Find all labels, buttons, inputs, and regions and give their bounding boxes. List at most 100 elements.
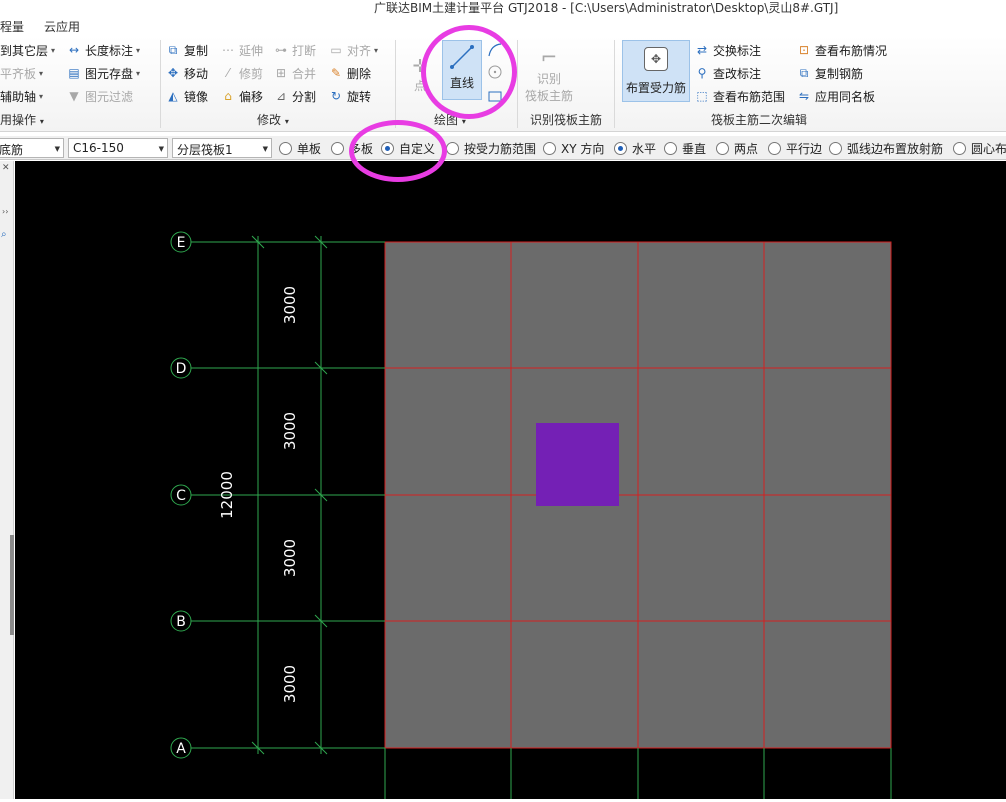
radio-arc-edge-radial[interactable]: 弧线边布置放射筋 [829, 140, 943, 156]
radio-single-slab[interactable]: 单板 [279, 140, 321, 156]
axis-label-b: B [176, 614, 186, 630]
ribbon: 到其它层 ▾ 平齐板 ▾ 辅助轴 ▾ 用操作 ▾ ↔ 长度标注 ▾ ▤ 图元存盘 ▾ ▼ … [0, 36, 1006, 132]
axis-label-e: E [177, 235, 186, 251]
break-button[interactable]: ⊶ 打断 [273, 40, 316, 60]
left-panel-collapsed: ✕ ›› ⌕ [0, 161, 14, 799]
axis-label-c: C [176, 488, 186, 504]
view-rebar-range-button[interactable]: ⬚ 查看布筋范围 [694, 86, 785, 106]
merge-button[interactable]: ⊞ 合并 [273, 63, 316, 83]
radio-center-circle[interactable]: 圆心布 [953, 140, 1006, 156]
offset-icon: ⌂ [224, 89, 232, 103]
menu-quantity[interactable]: 程量 [0, 18, 24, 35]
chevron-down-icon: ▼ [54, 145, 60, 153]
radio-parallel-edge[interactable]: 平行边 [768, 140, 822, 156]
eraser-icon: ✎ [330, 66, 342, 80]
dim-total: 12000 [218, 471, 236, 519]
aux-axis-button[interactable]: 辅助轴 ▾ [0, 86, 43, 106]
extend-icon: ⋯ [222, 43, 234, 57]
change-label-button[interactable]: ⚲ 查改标注 [694, 63, 761, 83]
place-rebar-icon: ✥ [644, 47, 668, 71]
search-icon[interactable]: ⌕ [1, 229, 7, 240]
view-layout-icon: ⊡ [798, 43, 810, 57]
radio-multi-slab[interactable]: 多板 [331, 140, 373, 156]
radio-horizontal[interactable]: 水平 [614, 140, 656, 156]
dim-segment-3: 3000 [281, 539, 299, 577]
align-button[interactable]: ▭ 对齐 ▾ [328, 40, 378, 60]
rebar-spec-select[interactable]: C16-150 ▼ [68, 138, 168, 158]
menu-bar: 程量 云应用 [0, 16, 1006, 36]
rotate-icon: ↻ [330, 89, 342, 103]
axis-label-d: D [176, 361, 187, 377]
apply-same-name-button[interactable]: ⇋ 应用同名板 [796, 86, 875, 106]
identify-rebar-icon: ⌐ [540, 45, 558, 69]
merge-icon: ⊞ [275, 66, 287, 80]
ribbon-separator [517, 40, 518, 128]
radio-vertical[interactable]: 垂直 [664, 140, 706, 156]
copy-rebar-icon: ⧉ [799, 65, 809, 80]
modify-group-label[interactable]: 修改 ▾ [257, 111, 289, 128]
raft-edit-group-label: 筏板主筋二次编辑 [711, 113, 808, 127]
ribbon-separator [160, 40, 161, 128]
element-save-icon: ▤ [68, 66, 80, 80]
filter-icon: ▼ [69, 89, 79, 103]
length-dim-button[interactable]: ↔ 长度标注 ▾ [66, 40, 140, 60]
general-ops-group-label[interactable]: 用操作 ▾ [0, 111, 44, 128]
chevron-down-icon: ▼ [158, 145, 164, 153]
delete-button[interactable]: ✎ 删除 [328, 63, 371, 83]
view-range-icon: ⬚ [696, 89, 708, 103]
copy-to-other-layer-button[interactable]: 到其它层 ▾ [0, 40, 55, 60]
title-bar: 广联达BIM土建计量平台 GTJ2018 - [C:\Users\Adminis… [0, 0, 1006, 16]
point-icon: ✛ [412, 56, 428, 77]
line-icon [449, 44, 475, 70]
line-button[interactable]: 直线 [442, 40, 482, 100]
copy-icon: ⧉ [168, 42, 178, 57]
swap-label-icon: ⇄ [696, 43, 708, 57]
change-label-icon: ⚲ [697, 66, 707, 80]
split-icon: ⊿ [275, 89, 287, 103]
panel-scroll-strip[interactable] [10, 535, 14, 635]
close-icon[interactable]: ✕ [2, 163, 10, 173]
trim-button[interactable]: ⁄ 修剪 [220, 63, 263, 83]
swap-label-button[interactable]: ⇄ 交换标注 [694, 40, 761, 60]
point-button[interactable]: ✛ 点 [402, 46, 438, 94]
rotate-button[interactable]: ↻ 旋转 [328, 86, 371, 106]
column-element[interactable] [536, 423, 619, 506]
slab-layer-select[interactable]: 分层筏板1 ▼ [172, 138, 272, 158]
axis-label-a: A [176, 741, 186, 757]
radio-two-points[interactable]: 两点 [716, 140, 758, 156]
options-bar: 底筋 ▼ C16-150 ▼ 分层筏板1 ▼ 单板 多板 自定义 按受力筋范围 XY … [0, 136, 1006, 160]
element-filter-button[interactable]: ▼ 图元过滤 [66, 86, 133, 106]
copy-button[interactable]: ⧉ 复制 [165, 40, 208, 60]
mirror-icon: ◭ [168, 89, 178, 103]
copy-rebar-button[interactable]: ⧉ 复制钢筋 [796, 63, 863, 83]
move-icon: ✥ [167, 66, 179, 80]
ribbon-separator [395, 40, 396, 128]
break-icon: ⊶ [275, 43, 287, 57]
identify-raft-rebar-button[interactable]: ⌐ 识别 筏板主筋 [524, 44, 574, 110]
radio-by-rebar-range[interactable]: 按受力筋范围 [446, 140, 536, 156]
extend-button[interactable]: ⋯ 延伸 [220, 40, 263, 60]
place-rebar-button[interactable]: ✥ 布置受力筋 [622, 40, 690, 102]
split-button[interactable]: ⊿ 分割 [273, 86, 316, 106]
cad-drawing[interactable]: E D C B A 3000 3000 3000 3000 12000 [15, 161, 1006, 799]
radio-custom[interactable]: 自定义 [381, 140, 435, 156]
offset-button[interactable]: ⌂ 偏移 [220, 86, 263, 106]
dim-segment-1: 3000 [281, 286, 299, 324]
window-title: 广联达BIM土建计量平台 GTJ2018 - [C:\Users\Adminis… [374, 1, 839, 15]
mirror-button[interactable]: ◭ 镜像 [165, 86, 208, 106]
view-rebar-layout-button[interactable]: ⊡ 查看布筋情况 [796, 40, 887, 60]
rectangle-icon[interactable] [487, 88, 503, 104]
circle-icon[interactable] [487, 64, 503, 80]
menu-cloud[interactable]: 云应用 [44, 18, 80, 35]
trim-icon: ⁄ [226, 66, 229, 80]
drawing-canvas[interactable]: E D C B A 3000 3000 3000 3000 12000 [15, 161, 1006, 799]
length-dim-icon: ↔ [68, 43, 80, 57]
arc-icon[interactable] [487, 42, 503, 58]
align-slab-button[interactable]: 平齐板 ▾ [0, 63, 43, 83]
expand-icon[interactable]: ›› [2, 207, 8, 216]
rebar-type-select[interactable]: 底筋 ▼ [0, 138, 64, 158]
element-save-button[interactable]: ▤ 图元存盘 ▾ [66, 63, 140, 83]
move-button[interactable]: ✥ 移动 [165, 63, 208, 83]
draw-group-label[interactable]: 绘图 ▾ [434, 111, 466, 128]
radio-xy-direction[interactable]: XY 方向 [543, 140, 604, 156]
